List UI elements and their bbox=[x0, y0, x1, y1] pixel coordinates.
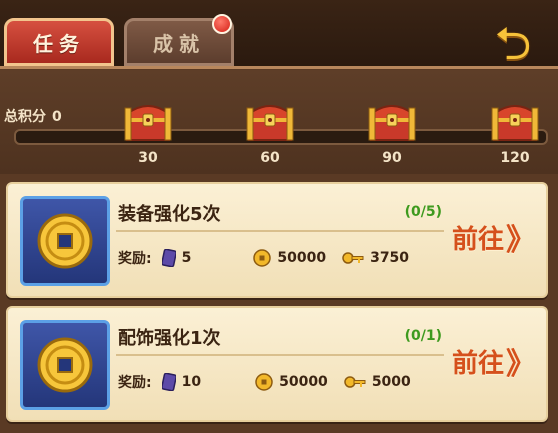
task-card: 装备强化5次 (0/5) 奖励: 5 50000 3750 前往 》 bbox=[6, 182, 548, 298]
reward-row: 奖励: 5 50000 3750 bbox=[118, 248, 425, 268]
chevron-right-icon: 》 bbox=[506, 223, 536, 258]
task-title: 配饰强化1次 bbox=[118, 328, 221, 349]
reward-key: 5000 bbox=[344, 374, 411, 390]
treasure-chest-icon[interactable] bbox=[121, 96, 175, 144]
reward-value: 50000 bbox=[277, 250, 327, 266]
return-arrow-icon: ⮌ bbox=[494, 16, 532, 70]
task-title: 装备强化5次 bbox=[118, 204, 221, 225]
total-score-label: 总积分 bbox=[4, 109, 46, 125]
reward-coin: 50000 bbox=[253, 249, 326, 267]
treasure-chest-icon[interactable] bbox=[488, 96, 542, 144]
reward-value: 10 bbox=[181, 374, 202, 390]
go-button-label: 前往 bbox=[451, 224, 504, 255]
divider bbox=[116, 354, 444, 356]
scroll-icon bbox=[161, 373, 176, 391]
total-score-value: 0 bbox=[52, 109, 62, 125]
chest-threshold: 90 bbox=[382, 150, 402, 166]
chest-threshold: 30 bbox=[138, 150, 158, 166]
reward-scroll: 10 bbox=[161, 373, 202, 391]
go-button[interactable]: 前往 》 bbox=[452, 216, 536, 258]
divider bbox=[116, 230, 444, 232]
task-card: 配饰强化1次 (0/1) 奖励: 10 50000 5000 前往 》 bbox=[6, 306, 548, 422]
tab-tasks[interactable]: 任务 bbox=[4, 18, 114, 66]
reward-key: 3750 bbox=[342, 250, 409, 266]
reward-value: 50000 bbox=[279, 374, 328, 390]
reward-row: 奖励: 10 50000 5000 bbox=[118, 372, 427, 392]
reward-coin: 50000 bbox=[255, 373, 328, 391]
gold-coin-icon bbox=[37, 213, 93, 269]
task-progress: (0/1) bbox=[404, 328, 442, 344]
treasure-chest-icon[interactable] bbox=[365, 96, 419, 144]
gold-coin-icon bbox=[37, 337, 93, 393]
go-button[interactable]: 前往 》 bbox=[452, 340, 536, 382]
back-button[interactable]: ⮌ bbox=[486, 16, 540, 70]
task-progress: (0/5) bbox=[404, 204, 442, 220]
chest-threshold: 120 bbox=[500, 150, 530, 166]
reward-label: 奖励: bbox=[118, 375, 152, 391]
reward-value: 3750 bbox=[370, 250, 410, 266]
chevron-right-icon: 》 bbox=[506, 347, 536, 382]
chest-threshold: 60 bbox=[260, 150, 280, 166]
task-icon-frame bbox=[20, 320, 110, 410]
total-score: 总积分 0 bbox=[4, 106, 62, 126]
key-icon bbox=[344, 376, 366, 388]
task-icon-frame bbox=[20, 196, 110, 286]
scroll-icon bbox=[161, 249, 176, 267]
coin-icon bbox=[253, 249, 272, 267]
go-button-label: 前往 bbox=[451, 348, 504, 379]
coin-icon bbox=[255, 373, 273, 391]
reward-scroll: 5 bbox=[161, 249, 192, 267]
reward-value: 5000 bbox=[371, 374, 411, 390]
reward-value: 5 bbox=[181, 250, 192, 266]
key-icon bbox=[342, 252, 364, 264]
reward-label: 奖励: bbox=[118, 251, 152, 267]
notification-badge bbox=[212, 14, 232, 34]
treasure-chest-icon[interactable] bbox=[243, 96, 297, 144]
